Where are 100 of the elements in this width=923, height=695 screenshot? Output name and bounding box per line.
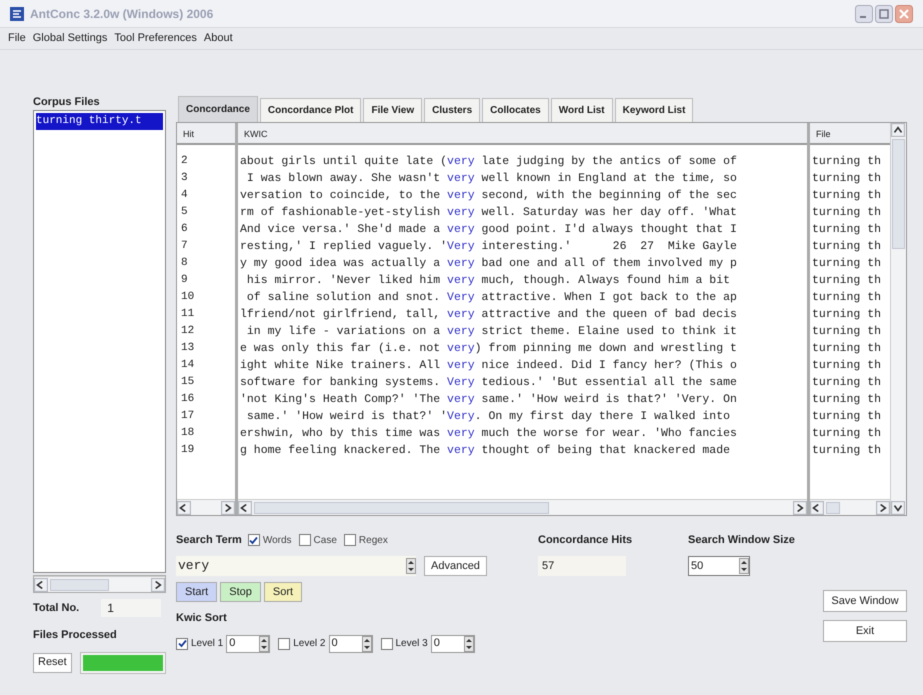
kwic-line[interactable]: e was only this far (i.e. not very) from pinning me down and wrestling t <box>238 340 807 357</box>
file-name-cell-text: turning th <box>811 205 882 221</box>
vertical-scrollbar[interactable] <box>890 123 906 515</box>
horizontal-scrollbar[interactable] <box>177 499 235 515</box>
file-name-cell-text: turning th <box>811 375 882 391</box>
scroll-thumb[interactable] <box>254 502 550 514</box>
tab[interactable]: Keyword List <box>614 98 694 122</box>
column-header[interactable]: KWIC <box>238 123 807 145</box>
scroll-left-icon[interactable] <box>810 500 824 514</box>
kwic-line[interactable]: lfriend/not girlfriend, tall, very attractive and the queen of bad decis <box>238 306 807 323</box>
scroll-right-icon[interactable] <box>151 578 165 592</box>
tab[interactable]: Word List <box>550 98 613 122</box>
file-name-cell-text: turning th <box>811 358 882 374</box>
menu-item[interactable]: About <box>204 30 233 47</box>
maximize-icon[interactable] <box>875 4 893 22</box>
kwic-line[interactable]: And vice versa.' She'd made a very good point. I'd always thought that I <box>238 221 807 238</box>
sort-level-spinner[interactable]: 0 <box>226 634 270 652</box>
kwic-sort-label: Kwic Sort <box>176 611 228 626</box>
kwic-line[interactable]: 'not King's Heath Comp?' 'The very same.' 'How weird is that?' 'Very. On <box>238 391 807 408</box>
tab[interactable]: Clusters <box>424 98 480 122</box>
kwic-line[interactable]: of saline solution and snot. Very attractive. When I got back to the ap <box>238 289 807 306</box>
scroll-right-icon[interactable] <box>221 500 235 514</box>
kwic-line[interactable]: versation to coincide, to the very second, with the beginning of the sec <box>238 187 807 204</box>
sort-level-spinner[interactable]: 0 <box>328 634 372 652</box>
corpus-files-label: Corpus Files <box>33 95 101 108</box>
horizontal-scrollbar[interactable] <box>238 499 807 515</box>
spinner-arrows-icon[interactable] <box>362 636 372 652</box>
spinner-arrows-icon[interactable] <box>739 558 749 574</box>
kwic-line[interactable]: ight white Nike trainers. All very nice indeed. Did I fancy her? (This o <box>238 357 807 374</box>
checkbox[interactable] <box>176 638 188 650</box>
file-name-cell-text: turning th <box>811 154 882 170</box>
file-name-cell-text: turning th <box>811 256 882 272</box>
checkbox[interactable] <box>248 534 260 546</box>
close-icon[interactable] <box>895 4 913 22</box>
kwic-line[interactable]: same.' 'How weird is that?' 'Very. On my first day there I walked into <box>238 408 807 425</box>
search-window-size-spinner[interactable]: 50 <box>688 556 750 576</box>
reset-button[interactable]: Reset <box>33 652 72 672</box>
menu-item[interactable]: Tool Preferences <box>114 30 197 47</box>
corpus-file-item[interactable]: turning thirty.t <box>36 113 163 130</box>
file-name-cell-text: turning th <box>811 307 882 323</box>
search-term-label: Search Term <box>176 532 242 548</box>
kwic-line[interactable]: about girls until quite late (very late judging by the antics of some of <box>238 153 807 170</box>
scroll-left-icon[interactable] <box>34 578 48 592</box>
scroll-left-icon[interactable] <box>177 500 191 514</box>
scroll-right-icon[interactable] <box>876 500 890 514</box>
checkbox[interactable] <box>344 534 356 546</box>
column-header[interactable]: File <box>810 123 890 145</box>
kwic-line[interactable]: in my life - variations on a very strict theme. Elaine used to think it <box>238 323 807 340</box>
hit-number: 4 <box>180 188 189 203</box>
total-no-label: Total No. <box>33 600 80 616</box>
scroll-thumb[interactable] <box>892 139 905 249</box>
file-name-cell-text: turning th <box>811 409 882 425</box>
file-name-cell-text: turning th <box>811 426 882 442</box>
hit-number: 15 <box>180 375 196 390</box>
kwic-line[interactable]: his mirror. 'Never liked him very much, though. Always found him a bit <box>238 272 807 289</box>
hit-number: 3 <box>180 171 189 186</box>
hit-number: 2 <box>180 154 189 169</box>
kwic-line[interactable]: I was blown away. She wasn't very well known in England at the time, so <box>238 170 807 187</box>
scroll-down-icon[interactable] <box>891 501 905 515</box>
hit-number: 17 <box>180 409 196 424</box>
kwic-line[interactable]: rm of fashionable-yet-stylish very well. Saturday was her day off. 'What <box>238 204 807 221</box>
kwic-line[interactable]: g home feeling knackered. The very thought of being that knackered made <box>238 442 807 459</box>
file-name-cell-text: turning th <box>811 443 882 459</box>
scroll-right-icon[interactable] <box>793 500 807 514</box>
tab[interactable]: Concordance Plot <box>260 98 362 122</box>
horizontal-scrollbar[interactable] <box>34 576 165 592</box>
file-name-cell-text: turning th <box>811 222 882 238</box>
scroll-thumb[interactable] <box>50 578 110 590</box>
menu-item[interactable]: File <box>8 30 26 47</box>
kwic-line[interactable]: resting,' I replied vaguely. 'Very interesting.' 26 27 Mike Gayle <box>238 238 807 255</box>
scroll-up-icon[interactable] <box>891 123 905 137</box>
scroll-left-icon[interactable] <box>238 500 252 514</box>
spinner-arrows-icon[interactable] <box>406 558 416 574</box>
hit-number: 18 <box>180 426 196 441</box>
exit-button[interactable]: Exit <box>823 620 907 642</box>
kwic-line[interactable]: ershwin, who by this time was very much the worse for wear. 'Who fancies <box>238 425 807 442</box>
checkbox-label: Regex <box>358 534 388 548</box>
advanced-button[interactable]: Advanced <box>424 556 487 576</box>
kwic-line[interactable]: software for banking systems. Very tedious.' 'But essential all the same <box>238 374 807 391</box>
save-window-button[interactable]: Save Window <box>823 590 907 612</box>
checkbox[interactable] <box>298 534 311 546</box>
horizontal-scrollbar[interactable] <box>810 499 890 515</box>
checkbox[interactable] <box>278 638 290 650</box>
minimize-icon[interactable] <box>855 4 873 22</box>
tab[interactable]: Concordance <box>178 96 258 122</box>
search-term-field[interactable]: very <box>176 556 416 576</box>
action-button[interactable]: Start <box>176 582 218 602</box>
spinner-arrows-icon[interactable] <box>464 636 474 652</box>
checkbox-label: Case <box>314 534 337 548</box>
kwic-line[interactable]: y my good idea was actually a very bad one and all of them involved my p <box>238 255 807 272</box>
scroll-thumb[interactable] <box>826 502 840 514</box>
action-button[interactable]: Sort <box>264 582 302 602</box>
spinner-arrows-icon[interactable] <box>259 636 270 652</box>
column-header[interactable]: Hit <box>177 123 235 145</box>
menu-item[interactable]: Global Settings <box>32 30 108 47</box>
action-button[interactable]: Stop <box>220 582 261 602</box>
tab[interactable]: Collocates <box>482 98 549 122</box>
tab[interactable]: File View <box>363 98 422 122</box>
sort-level-spinner[interactable]: 0 <box>430 634 475 652</box>
checkbox[interactable] <box>380 638 392 650</box>
